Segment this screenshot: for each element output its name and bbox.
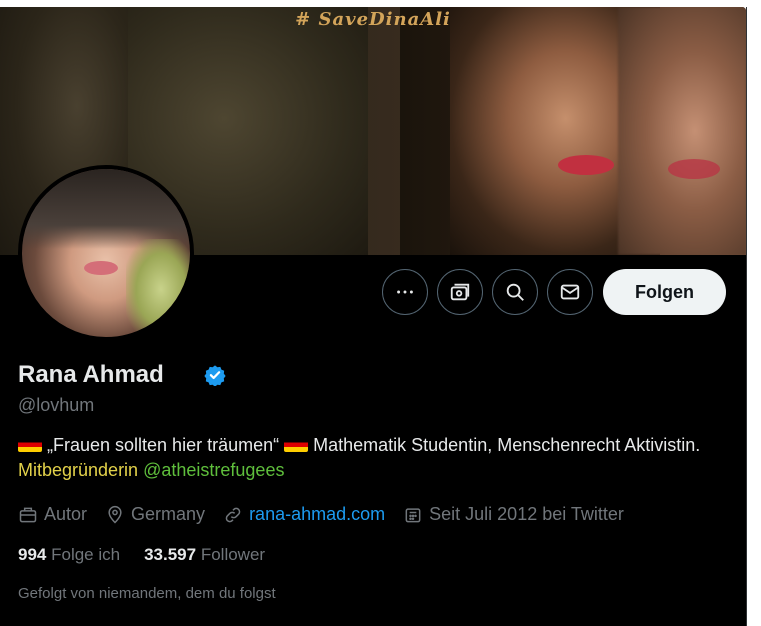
subscriptions-icon [450,283,470,301]
banner-hashtag: # SaveDinaAli [295,9,451,30]
subscribe-button[interactable] [437,269,483,315]
link-icon [225,507,241,522]
location-item: Germany [105,504,205,525]
followers-count: 33.597 [144,545,197,564]
display-name: Rana Ahmad [18,361,164,388]
profile-header: # SaveDinaAli Folgen Rana Ahmad 🛰 @lovhu… [0,7,746,626]
search-icon [506,283,524,301]
germany-flag-icon [284,438,309,452]
website-item[interactable]: rana-ahmad.com [223,504,385,525]
more-button[interactable] [382,269,428,315]
germany-flag-icon [18,438,42,452]
bio: „Frauen sollten hier träumen“ Mathematik… [18,435,701,480]
briefcase-icon [19,507,37,522]
calendar-icon [405,507,421,522]
followed-by-text: Gefolgt von niemandem, dem du folgst [18,585,276,602]
column-divider [746,7,747,626]
followers-label: Follower [200,545,266,564]
more-icon [397,290,413,294]
profession-item: Autor [18,504,87,525]
following-count: 994 [18,545,47,564]
location-pin-icon [108,505,122,524]
profile-meta: Autor Germany rana-ahmad.com Seit Juli 2… [18,504,624,525]
message-button[interactable] [547,269,593,315]
search-button[interactable] [492,269,538,315]
followers-link[interactable]: 33.597 Follower [144,545,265,565]
mention-link[interactable]: @atheistrefugees [143,460,284,480]
website-link[interactable]: rana-ahmad.com [249,504,385,525]
name-row: Rana Ahmad 🛰 [18,361,226,389]
following-label: Folge ich [51,545,121,564]
follow-button[interactable]: Folgen [603,269,726,315]
avatar[interactable] [18,165,194,341]
joined-item: Seit Juli 2012 bei Twitter [403,504,624,525]
satellite-emoji: 🛰 [169,362,198,387]
mail-icon [560,284,580,300]
cofounder-text: Mitbegründerin [18,460,139,480]
user-handle: @lovhum [18,395,95,415]
verified-badge-icon[interactable] [204,364,226,386]
follow-counts: 994 Folge ich 33.597 Follower [18,545,265,565]
following-link[interactable]: 994 Folge ich [18,545,120,565]
